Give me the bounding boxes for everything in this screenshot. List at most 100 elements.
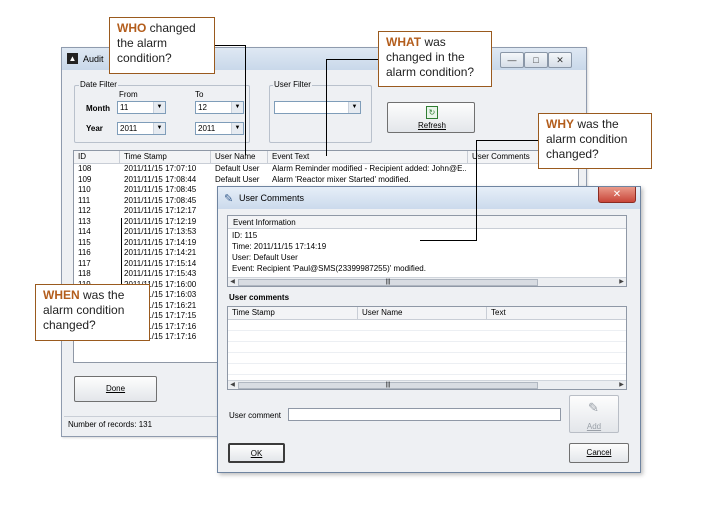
ok-label: OK xyxy=(250,449,263,458)
column-header-time-stamp[interactable]: Time Stamp xyxy=(228,307,358,319)
from-year-value: 2011 xyxy=(120,124,138,133)
minimize-button[interactable]: — xyxy=(500,52,524,68)
close-button[interactable]: ✕ xyxy=(548,52,572,68)
who-pointer-line xyxy=(214,45,246,46)
cell-id: 112 xyxy=(78,206,91,215)
who-pointer-line xyxy=(245,45,246,155)
date-filter-legend: Date Filter xyxy=(79,80,118,89)
scroll-left-icon[interactable]: ◀ xyxy=(228,278,237,286)
scroll-right-icon[interactable]: ▶ xyxy=(617,381,626,389)
why-pointer-line xyxy=(476,140,477,240)
comments-row-lines xyxy=(228,320,626,376)
column-header-user-name[interactable]: User Name xyxy=(211,151,268,163)
cell-id: 114 xyxy=(78,227,91,236)
add-comment-icon: ✎ xyxy=(588,400,599,415)
who-callout: WHO changed the alarm condition? xyxy=(109,17,215,74)
from-year-select[interactable]: 2011 ▼ xyxy=(117,122,166,135)
table-row[interactable]: 108 2011/11/15 17:07:10 Default User Alarm … xyxy=(74,164,578,175)
column-header-event-text[interactable]: Event Text xyxy=(268,151,468,163)
cell-user-name: Default User xyxy=(215,164,260,173)
when-pointer-line xyxy=(121,218,122,284)
chevron-down-icon[interactable]: ▼ xyxy=(231,123,243,134)
user-comments-dialog: ✎ User Comments ✕ Event Information ID: … xyxy=(217,186,641,473)
what-pointer-line xyxy=(326,59,378,60)
cancel-button[interactable]: Cancel xyxy=(569,443,629,463)
comments-table: Time Stamp User Name Text ◀ ||| ▶ xyxy=(227,306,627,390)
cell-id: 117 xyxy=(78,258,91,268)
event-info-title: Event Information xyxy=(233,218,296,227)
table-row[interactable]: 109 2011/11/15 17:08:44 Default User Alarm … xyxy=(74,174,578,186)
cell-id: 108 xyxy=(78,164,92,173)
what-callout-key: WHAT xyxy=(386,35,422,49)
to-month-select[interactable]: 12 ▼ xyxy=(195,101,244,114)
event-id: ID: 115 xyxy=(232,231,258,240)
to-year-select[interactable]: 2011 ▼ xyxy=(195,122,244,135)
chevron-down-icon[interactable]: ▼ xyxy=(153,123,165,134)
cell-time-stamp: 2011/11/15 17:07:10 xyxy=(124,164,197,173)
cell-id: 115 xyxy=(78,237,91,247)
user-comments-section-label: User comments xyxy=(229,293,290,302)
column-header-text[interactable]: Text xyxy=(487,307,626,319)
user-comment-input[interactable] xyxy=(288,408,561,421)
cell-event-text: Alarm 'Reactor mixer Started' modified. xyxy=(272,174,411,184)
cell-time-stamp: 2011/11/15 17:08:45 xyxy=(124,185,197,194)
add-label: Add xyxy=(586,422,602,431)
cell-time-stamp: 2011/11/15 17:12:17 xyxy=(124,206,197,215)
user-comments-title: User Comments xyxy=(239,193,305,203)
column-header-time-stamp[interactable]: Time Stamp xyxy=(120,151,211,163)
cell-time-stamp: 2011/11/15 17:13:53 xyxy=(124,227,197,236)
cell-id: 118 xyxy=(78,269,91,278)
cell-time-stamp: 2011/11/15 17:15:14 xyxy=(124,258,197,268)
what-callout: WHAT was changed in the alarm condition? xyxy=(378,31,492,87)
refresh-label: Refresh xyxy=(417,121,446,130)
scroll-thumb[interactable]: ||| xyxy=(238,382,538,389)
cell-time-stamp: 2011/11/15 17:12:19 xyxy=(124,216,197,226)
cell-time-stamp: 2011/11/15 17:08:45 xyxy=(124,195,197,205)
refresh-button[interactable]: ↻ Refresh xyxy=(387,102,475,133)
why-pointer-line xyxy=(420,240,477,241)
event-info-scrollbar[interactable]: ◀ ||| ▶ xyxy=(228,277,626,286)
from-month-select[interactable]: 11 ▼ xyxy=(117,101,166,114)
month-label: Month xyxy=(86,104,110,113)
done-label: Done xyxy=(105,384,126,393)
chevron-down-icon[interactable]: ▼ xyxy=(348,102,360,113)
add-button[interactable]: ✎ Add xyxy=(569,395,619,433)
column-header-user-name[interactable]: User Name xyxy=(358,307,487,319)
audit-window-title: Audit xyxy=(83,54,104,64)
scroll-left-icon[interactable]: ◀ xyxy=(228,381,237,389)
when-callout-key: WHEN xyxy=(43,288,80,302)
comments-scrollbar[interactable]: ◀ ||| ▶ xyxy=(228,380,626,389)
done-button[interactable]: Done xyxy=(74,376,157,402)
chevron-down-icon[interactable]: ▼ xyxy=(153,102,165,113)
cell-time-stamp: 2011/11/15 17:15:43 xyxy=(124,269,197,278)
to-year-value: 2011 xyxy=(198,124,216,133)
who-callout-key: WHO xyxy=(117,21,147,35)
cancel-label: Cancel xyxy=(586,448,612,457)
cell-id: 110 xyxy=(78,185,91,194)
cell-user-name: Default User xyxy=(215,174,260,184)
why-pointer-line xyxy=(476,140,538,141)
record-count: Number of records: 131 xyxy=(68,420,153,429)
audit-app-icon: ▲ xyxy=(67,53,78,64)
chevron-down-icon[interactable]: ▼ xyxy=(231,102,243,113)
cell-id: 116 xyxy=(78,248,91,257)
why-callout-key: WHY xyxy=(546,117,574,131)
scroll-right-icon[interactable]: ▶ xyxy=(617,278,626,286)
maximize-button[interactable]: □ xyxy=(524,52,548,68)
scroll-thumb[interactable]: ||| xyxy=(238,279,538,286)
user-filter-legend: User Filter xyxy=(273,80,312,89)
ok-button[interactable]: OK xyxy=(228,443,285,463)
event-time: Time: 2011/11/15 17:14:19 xyxy=(232,242,327,251)
column-header-id[interactable]: ID xyxy=(74,151,120,163)
cell-event-text: Alarm Reminder modified - Recipient adde… xyxy=(272,164,466,173)
user-comments-titlebar[interactable]: ✎ User Comments ✕ xyxy=(218,187,640,209)
from-month-value: 11 xyxy=(120,103,129,112)
year-label: Year xyxy=(86,124,103,133)
close-button[interactable]: ✕ xyxy=(598,187,636,203)
user-filter-select[interactable]: ▼ xyxy=(274,101,361,114)
user-filter-group xyxy=(269,85,372,143)
pen-icon: ✎ xyxy=(224,193,234,205)
event-user: User: Default User xyxy=(232,253,298,262)
to-label: To xyxy=(195,90,204,99)
cell-time-stamp: 2011/11/15 17:14:19 xyxy=(124,237,197,247)
